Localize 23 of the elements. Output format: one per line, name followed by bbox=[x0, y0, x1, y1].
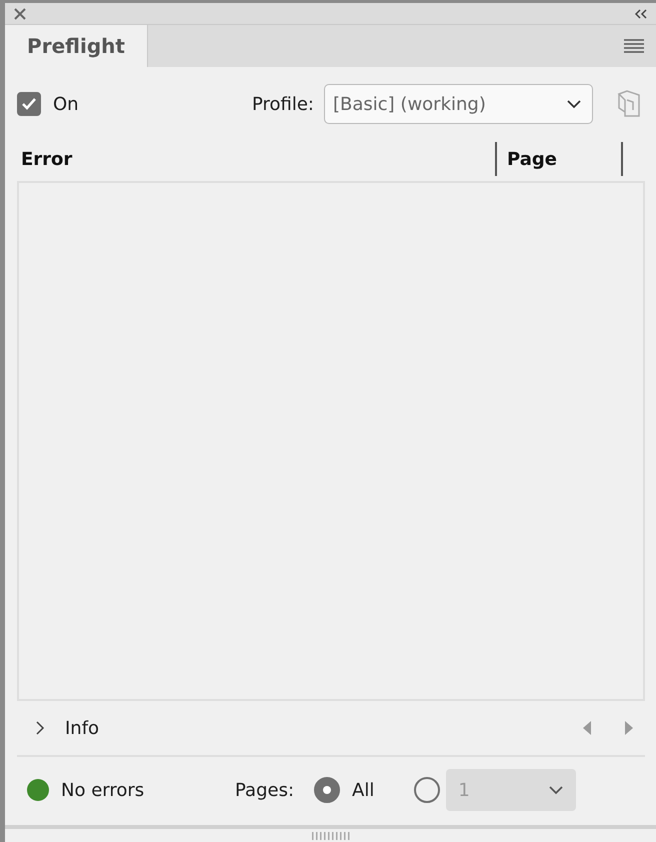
profile-dropdown[interactable]: [Basic] (working) bbox=[324, 84, 593, 124]
previous-icon[interactable] bbox=[581, 720, 593, 736]
column-header: Error bbox=[21, 148, 74, 170]
chevron-down-icon bbox=[548, 785, 564, 795]
on-label: On bbox=[53, 94, 79, 114]
collapse-icon[interactable] bbox=[634, 8, 648, 18]
profile-label: Profile: bbox=[252, 94, 314, 114]
column-header: Page bbox=[507, 148, 558, 170]
on-checkbox[interactable] bbox=[17, 92, 41, 116]
chevron-down-icon bbox=[566, 99, 582, 109]
resize-grip-icon[interactable] bbox=[312, 832, 350, 840]
chevron-icon[interactable] bbox=[35, 720, 45, 736]
status-label: No errors bbox=[61, 780, 146, 800]
menu-icon[interactable] bbox=[624, 39, 644, 53]
radio-button[interactable] bbox=[414, 777, 440, 803]
radio-button[interactable] bbox=[314, 777, 340, 803]
info-label: Info bbox=[65, 718, 100, 738]
close-icon[interactable] bbox=[13, 6, 27, 20]
check-icon bbox=[21, 97, 37, 111]
pages-label: Pages: bbox=[235, 780, 294, 800]
panel-tab[interactable]: Preflight bbox=[5, 25, 148, 67]
next-icon[interactable] bbox=[623, 720, 635, 736]
all-label: All bbox=[352, 780, 374, 800]
